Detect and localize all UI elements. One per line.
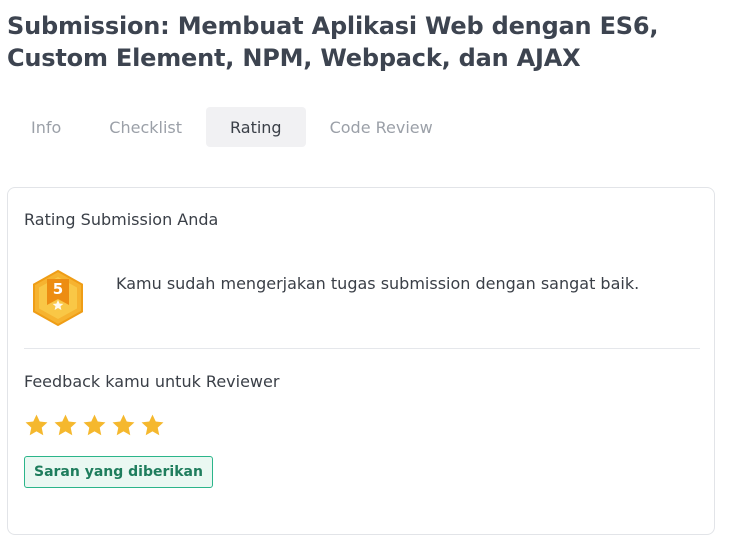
star-icon-2[interactable] xyxy=(53,413,78,438)
tab-rating[interactable]: Rating xyxy=(206,107,306,147)
star-icon-1[interactable] xyxy=(24,413,49,438)
tab-code-review[interactable]: Code Review xyxy=(306,107,457,147)
tab-bar: Info Checklist Rating Code Review xyxy=(7,107,457,147)
tab-checklist[interactable]: Checklist xyxy=(85,107,206,147)
rating-message: Kamu sudah mengerjakan tugas submission … xyxy=(116,274,640,293)
feedback-star-rating xyxy=(24,413,165,438)
star-icon-5[interactable] xyxy=(140,413,165,438)
suggestion-badge[interactable]: Saran yang diberikan xyxy=(24,456,213,488)
rating-card: Rating Submission Anda 5 Kamu sudah meng… xyxy=(7,187,715,535)
star-icon-4[interactable] xyxy=(111,413,136,438)
page: Submission: Membuat Aplikasi Web dengan … xyxy=(0,0,729,556)
page-title: Submission: Membuat Aplikasi Web dengan … xyxy=(7,12,659,72)
tab-info[interactable]: Info xyxy=(7,107,85,147)
rating-badge-score: 5 xyxy=(53,280,63,298)
rating-badge-icon: 5 xyxy=(31,269,85,327)
rating-heading: Rating Submission Anda xyxy=(24,210,219,229)
divider xyxy=(24,348,700,349)
feedback-heading: Feedback kamu untuk Reviewer xyxy=(24,372,280,391)
star-icon-3[interactable] xyxy=(82,413,107,438)
